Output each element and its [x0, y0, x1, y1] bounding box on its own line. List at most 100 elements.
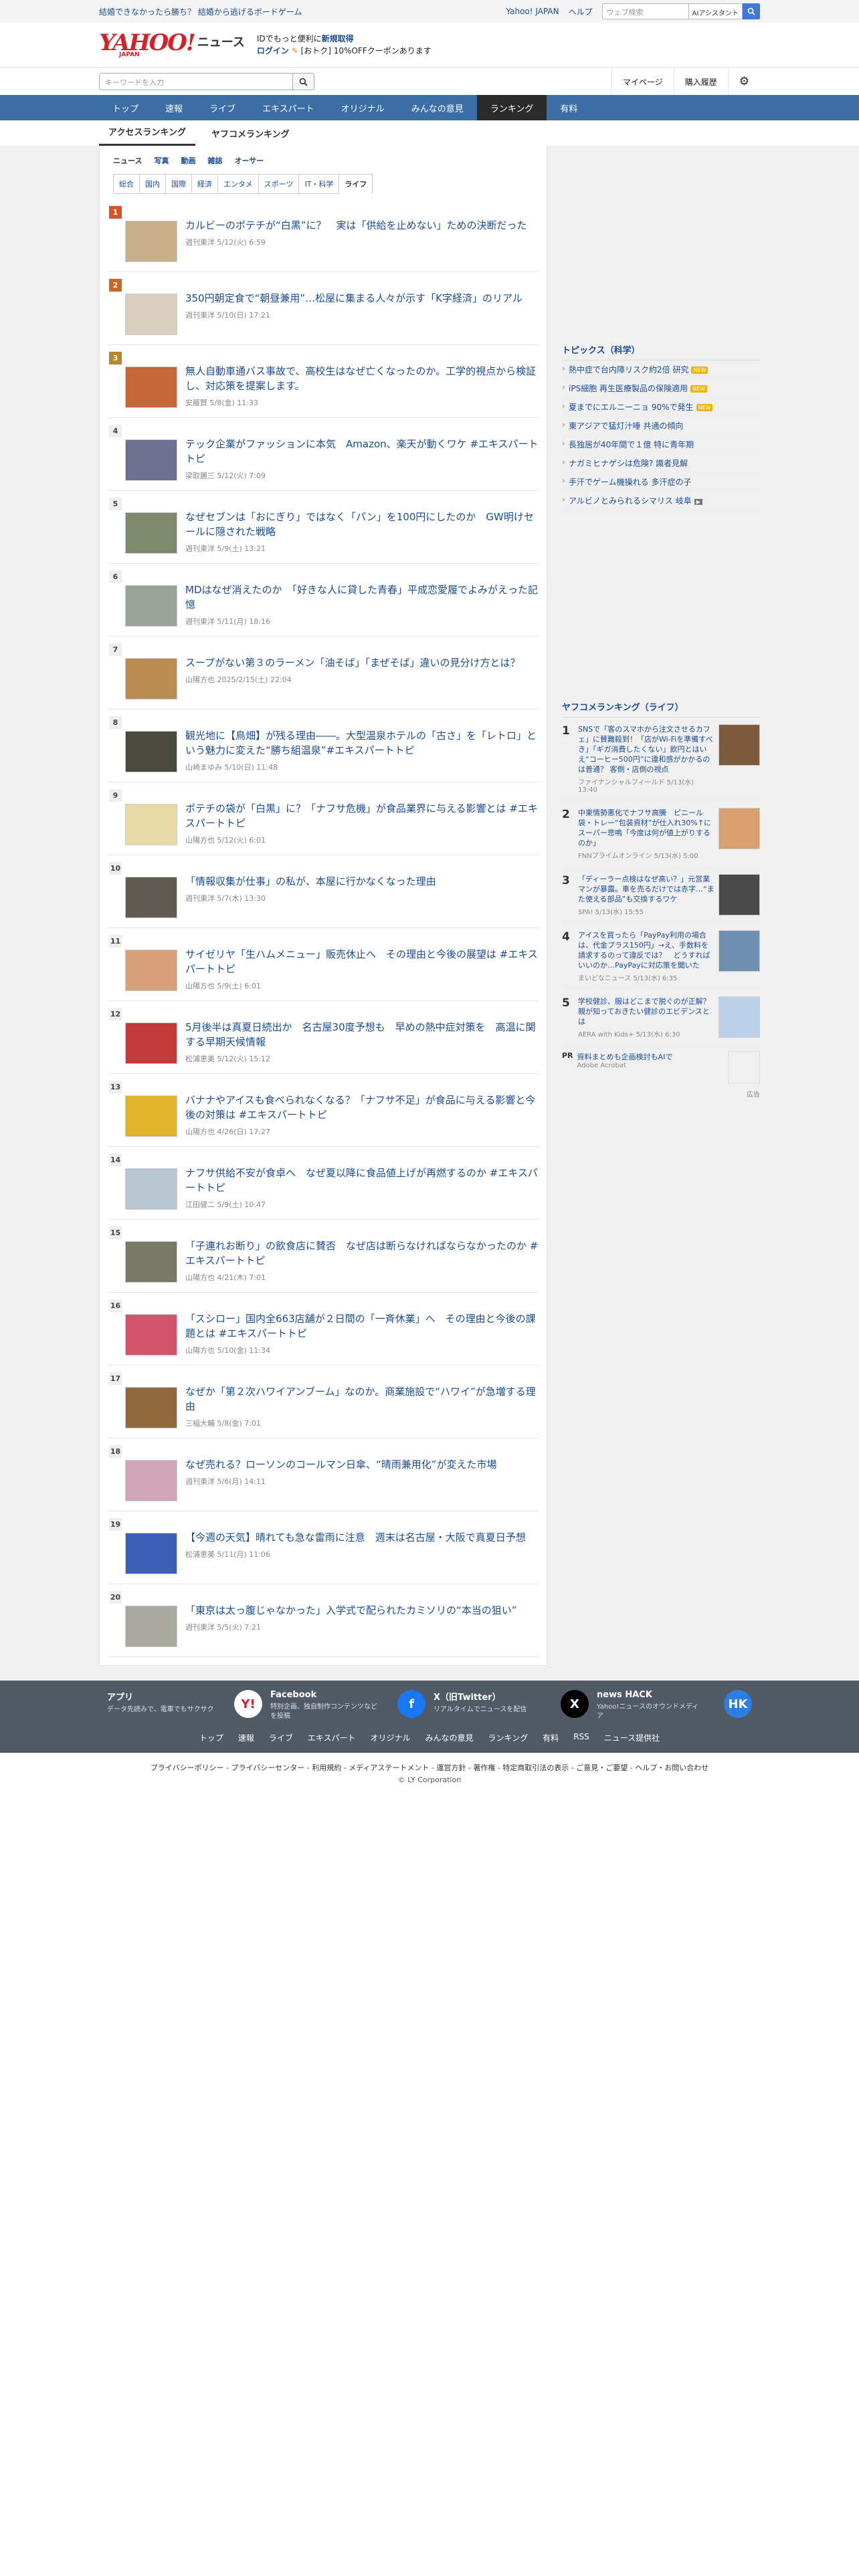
ranking-item[interactable]: 13 バナナやアイスも食べられなくなる？「ナフサ不足」が食品に与える影響と今後の対…: [108, 1074, 539, 1147]
article-thumbnail[interactable]: [125, 731, 177, 772]
article-thumbnail[interactable]: [125, 439, 177, 481]
ranking-item[interactable]: 2 350円朝定食で“朝昼兼用”…松屋に集まる人々が示す「K字経済」のリアル 週刊東…: [108, 272, 539, 345]
article-title[interactable]: 「情報収集が仕事」の私が、本屋に行かなくなった理由: [185, 874, 436, 889]
topic-item[interactable]: 長独居が40年間で１億 特に青年期: [562, 435, 760, 454]
comment-ranking-thumbnail[interactable]: [719, 874, 760, 916]
subcategory-tab[interactable]: ライフ: [339, 174, 373, 194]
ranking-item[interactable]: 20 「東京は太っ腹じゃなかった」入学式で配られたカミソリの“本当の狙い” 週刊東洋…: [108, 1584, 539, 1657]
help-link[interactable]: ヘルプ: [569, 6, 593, 17]
category-tab[interactable]: 写真: [154, 155, 169, 166]
comment-ranking-title[interactable]: アイスを買ったら「PayPay利用の場合は、代金プラス150円」→え、手数料を請…: [578, 930, 714, 970]
article-thumbnail[interactable]: [125, 877, 177, 918]
category-tab[interactable]: 動画: [181, 155, 195, 166]
topic-title[interactable]: 熱中症で台内障リスク約2倍 研究: [569, 365, 688, 374]
article-title[interactable]: テック企業がファッションに本気 Amazon、楽天が動くワケ #エキスパートトピ: [185, 437, 539, 466]
article-title[interactable]: MDはなぜ消えたのか 「好きな人に貸した青春」平成恋愛履でよみがえった記憶: [185, 582, 539, 612]
ranking-item[interactable]: 17 なぜか「第２次ハワイアンブーム」なのか。商業施設で“ハワイ”が急増する理由三…: [108, 1366, 539, 1438]
topic-title[interactable]: 東アジアで猛灯汁唾 共通の傾向: [569, 421, 683, 431]
article-title[interactable]: 「東京は太っ腹じゃなかった」入学式で配られたカミソリの“本当の狙い”: [185, 1603, 517, 1618]
footer-app-card[interactable]: アプリ データ先読みで、電車でもサクサク Y!: [107, 1690, 262, 1721]
tab-access-ranking[interactable]: アクセスランキング: [99, 118, 195, 146]
article-thumbnail[interactable]: [125, 294, 177, 335]
article-thumbnail[interactable]: [125, 1023, 177, 1064]
topic-item[interactable]: 東アジアで猛灯汁唾 共通の傾向: [562, 417, 760, 435]
yahoo-japan-link[interactable]: Yahoo! JAPAN: [506, 7, 559, 16]
nav-item-0[interactable]: トップ: [99, 95, 152, 120]
signup-link[interactable]: 新規取得: [322, 34, 354, 43]
web-search-input[interactable]: ウェブ検索: [601, 3, 689, 19]
article-title[interactable]: 5月後半は真夏日続出か 名古屋30度予想も 早めの熱中症対策を 高温に関する早期…: [185, 1020, 539, 1049]
category-tab[interactable]: 雑誌: [207, 155, 222, 166]
ranking-item[interactable]: 5 なぜセブンは「おにぎり」ではなく「パン」を100円にしたのか GW明けセールに…: [108, 491, 539, 564]
ranking-item[interactable]: 4 テック企業がファッションに本気 Amazon、楽天が動くワケ #エキスパートト…: [108, 418, 539, 491]
article-thumbnail[interactable]: [125, 512, 177, 554]
promo-link[interactable]: 結婚できなかったら勝ち？ 結婚から逃げるボードゲーム: [99, 6, 302, 17]
coupon-link[interactable]: [おトク] 10%OFFクーポンあります: [301, 46, 432, 56]
article-title[interactable]: 無人自動車通バス事故で、高校生はなぜ亡くなったのか。工学的視点から検証し、対応策…: [185, 364, 539, 393]
article-thumbnail[interactable]: [125, 658, 177, 700]
comment-ranking-title[interactable]: 中東情勢悪化でナフサ高騰 ピニール袋・トレー“包装資材”が仕入れ30%↑にスーパ…: [578, 808, 714, 848]
footer-nav-item[interactable]: RSS: [573, 1732, 589, 1743]
comment-ranking-thumbnail[interactable]: [719, 724, 760, 766]
nav-item-5[interactable]: みんなの意見: [398, 95, 477, 120]
subcategory-tab[interactable]: 国内: [139, 174, 165, 194]
ranking-item[interactable]: 12 5月後半は真夏日続出か 名古屋30度予想も 早めの熱中症対策を 高温に関する…: [108, 1001, 539, 1074]
tab-comment-ranking[interactable]: ヤフコメランキング: [202, 120, 299, 146]
subcategory-tab[interactable]: 経済: [191, 174, 217, 194]
article-title[interactable]: バナナやアイスも食べられなくなる？「ナフサ不足」が食品に与える影響と今後の対策は…: [185, 1093, 539, 1122]
article-title[interactable]: スープがない第３のラーメン「油そば」「まぜそば」違いの見分け方とは？: [185, 655, 520, 670]
footer-nav-item[interactable]: トップ: [199, 1732, 223, 1743]
subcategory-tab[interactable]: エンタメ: [217, 174, 258, 194]
comment-ranking-title[interactable]: SNSで「客のスマホから注文させるカフェ」に賛難殺到！「店がWi-Fiを準備すべ…: [578, 724, 714, 774]
article-title[interactable]: ポテチの袋が「白黒」に？「ナフサ危機」が食品業界に与える影響とは #エキスパート…: [185, 801, 539, 831]
ranking-item[interactable]: 11 サイゼリヤ「生ハムメニュー」販売休止へ その理由と今後の展望は #エキスパー…: [108, 928, 539, 1001]
article-thumbnail[interactable]: [125, 1314, 177, 1356]
article-thumbnail[interactable]: [125, 585, 177, 627]
nav-item-4[interactable]: オリジナル: [328, 95, 398, 120]
comment-ranking-item[interactable]: 1 SNSで「客のスマホから注文させるカフェ」に賛難殺到！「店がWi-Fiを準備す…: [562, 718, 760, 801]
nav-item-7[interactable]: 有料: [547, 95, 591, 120]
footer-nav-item[interactable]: オリジナル: [371, 1732, 411, 1743]
topic-title[interactable]: iPS細胞 再生医療製品の保険適用: [569, 384, 688, 393]
category-tab[interactable]: ニュース: [113, 155, 142, 166]
pr-thumbnail[interactable]: [728, 1051, 760, 1083]
comment-ranking-item[interactable]: 3 「ディーラー点検はなぜ高い？」元営業マンが暴露。車を売るだけでは赤字…“また使…: [562, 867, 760, 924]
ranking-item[interactable]: 7 スープがない第３のラーメン「油そば」「まぜそば」違いの見分け方とは？ 山陽方也 …: [108, 637, 539, 710]
subcategory-tab[interactable]: 国際: [165, 174, 191, 194]
topic-item[interactable]: アルビノとみられるシマリス 岐阜▶: [562, 492, 760, 510]
article-thumbnail[interactable]: [125, 366, 177, 408]
topic-item[interactable]: 夏までにエルニーニョ 90%で発生NEW: [562, 398, 760, 417]
login-link[interactable]: ログイン: [257, 46, 289, 56]
article-thumbnail[interactable]: [125, 950, 177, 991]
article-title[interactable]: サイゼリヤ「生ハムメニュー」販売休止へ その理由と今後の展望は #エキスパートト…: [185, 947, 539, 976]
ranking-item[interactable]: 9 ポテチの袋が「白黒」に？「ナフサ危機」が食品業界に与える影響とは #エキスパー…: [108, 782, 539, 855]
article-title[interactable]: 【今週の天気】晴れても急な雷雨に注意 週末は名古屋・大阪で真夏日予想: [185, 1530, 526, 1545]
purchase-history-button[interactable]: 購入履歴: [673, 68, 728, 96]
footer-app-card[interactable]: news HACK Yahoo!ニュースのオウンドメディア HK: [597, 1690, 752, 1721]
news-search-button[interactable]: [293, 73, 314, 90]
footer-nav-item[interactable]: ランキング: [488, 1732, 529, 1743]
comment-ranking-item[interactable]: 5 学校健診、服はどこまで脱ぐのが正解？ 親が知っておきたい健診のエビデンスとは A…: [562, 990, 760, 1046]
footer-app-card[interactable]: X（旧Twitter） リアルタイムでニュースを配信 X: [434, 1690, 589, 1721]
topic-title[interactable]: アルビノとみられるシマリス 岐阜: [569, 496, 692, 506]
ranking-item[interactable]: 3 無人自動車通バス事故で、高校生はなぜ亡くなったのか。工学的視点から検証し、対応…: [108, 345, 539, 418]
category-tab[interactable]: オーサー: [234, 155, 264, 166]
topic-title[interactable]: ナガミヒナゲシは危険? 識者見解: [569, 459, 688, 468]
footer-nav-item[interactable]: みんなの意見: [425, 1732, 474, 1743]
subcategory-tab[interactable]: IT・科学: [298, 174, 339, 194]
footer-nav-item[interactable]: 有料: [543, 1732, 559, 1743]
comment-ranking-item[interactable]: 4 アイスを買ったら「PayPay利用の場合は、代金プラス150円」→え、手数料を…: [562, 924, 760, 990]
ai-assistant-button[interactable]: AIアシスタント: [688, 3, 743, 19]
article-title[interactable]: 「スシロー」国内全663店舗が２日間の「一斉休業」へ その理由と今後の課題とは …: [185, 1311, 539, 1341]
nav-item-1[interactable]: 速報: [152, 95, 196, 120]
article-title[interactable]: ナフサ供給不安が食卓へ なぜ夏以降に食品値上げが再燃するのか #エキスパートトピ: [185, 1166, 539, 1195]
ranking-item[interactable]: 8 観光地に【鳥畑】が残る理由――。大型温泉ホテルの「古さ」を「レトロ」という魅力…: [108, 710, 539, 782]
ranking-item[interactable]: 19 【今週の天気】晴れても急な雷雨に注意 週末は名古屋・大阪で真夏日予想 松浦恵美…: [108, 1511, 539, 1584]
topic-item[interactable]: 手汗でゲーム機操れる 多汗症の子: [562, 473, 760, 492]
ranking-item[interactable]: 18 なぜ売れる？ローソンのコールマン日傘、“晴雨兼用化”が変えた市場 週刊東洋 5…: [108, 1438, 539, 1511]
article-title[interactable]: なぜか「第２次ハワイアンブーム」なのか。商業施設で“ハワイ”が急増する理由: [185, 1384, 539, 1414]
comment-ranking-item[interactable]: 2 中東情勢悪化でナフサ高騰 ピニール袋・トレー“包装資材”が仕入れ30%↑にスー…: [562, 801, 760, 867]
article-title[interactable]: なぜ売れる？ローソンのコールマン日傘、“晴雨兼用化”が変えた市場: [185, 1457, 497, 1472]
article-thumbnail[interactable]: [125, 1606, 177, 1647]
article-title[interactable]: 350円朝定食で“朝昼兼用”…松屋に集まる人々が示す「K字経済」のリアル: [185, 291, 522, 306]
